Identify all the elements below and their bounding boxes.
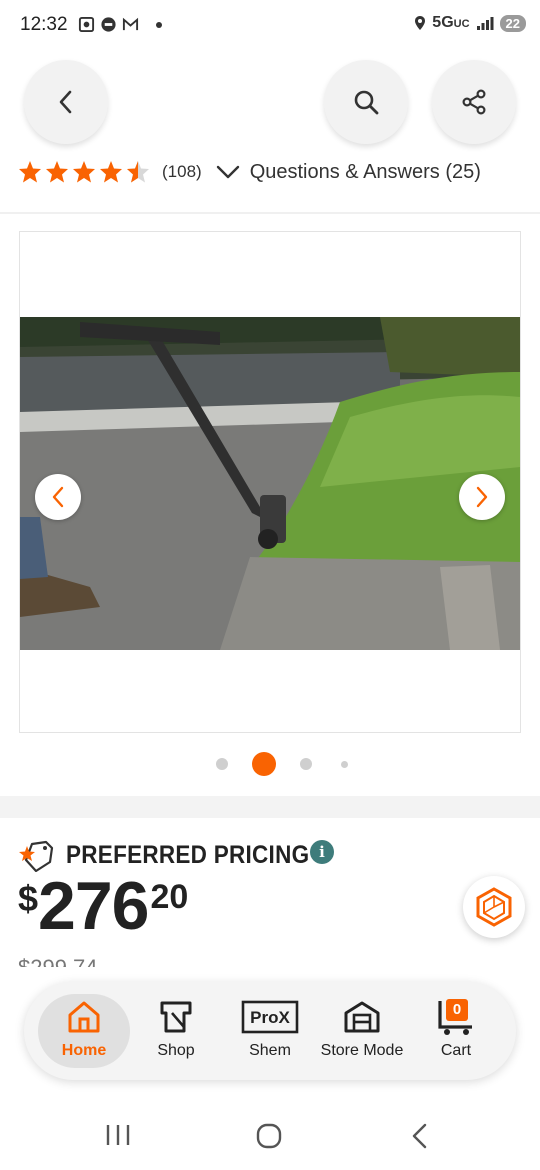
- was-price: $299.74: [18, 955, 98, 967]
- star-icon: [73, 161, 95, 183]
- cart-badge: 0: [452, 1001, 462, 1018]
- price-cents: 20: [150, 878, 189, 916]
- pagination-dot[interactable]: [341, 761, 348, 768]
- nav-label-cart: Cart: [440, 1042, 472, 1059]
- location-icon: [415, 16, 426, 30]
- bottom-navigation: Home Shop ProX Shem Store Mode 0 Cart: [24, 982, 516, 1080]
- store-icon: [344, 1001, 380, 1033]
- hexagon-logo-icon: [476, 887, 512, 927]
- rating-row[interactable]: (108) Questions & Answers (25): [18, 156, 481, 188]
- svg-text:ProX: ProX: [250, 1008, 290, 1027]
- carousel-pagination: [0, 752, 540, 776]
- chevron-right-icon: [476, 486, 488, 508]
- price-currency: $: [18, 878, 39, 919]
- chevron-left-icon: [52, 486, 64, 508]
- pagination-dot-active[interactable]: [252, 752, 276, 776]
- star-icon: [46, 161, 68, 183]
- product-image: [20, 317, 520, 650]
- divider: [0, 212, 540, 214]
- signal-icon: [476, 17, 494, 30]
- notification-dot: [156, 22, 162, 28]
- chevron-down-icon[interactable]: [216, 164, 240, 180]
- status-system-icons: 5GUC 22: [414, 14, 526, 32]
- star-rating: [18, 160, 150, 184]
- chevron-left-icon: [59, 90, 72, 114]
- share-button[interactable]: [432, 60, 516, 144]
- mail-icon: [122, 17, 139, 31]
- search-icon: [354, 90, 379, 115]
- preferred-pricing-label: PREFERRED PRICING: [66, 840, 310, 869]
- nav-shop[interactable]: Shop: [130, 982, 222, 1080]
- pagination-dot[interactable]: [216, 758, 228, 770]
- nav-label-shop: Shop: [157, 1042, 195, 1059]
- recent-apps-icon[interactable]: [104, 1122, 132, 1148]
- preferred-pricing-row: PREFERRED PRICING: [18, 838, 336, 872]
- nav-cart[interactable]: 0 Cart: [410, 982, 502, 1080]
- half-star-icon: [127, 161, 149, 183]
- section-divider: [0, 796, 540, 818]
- info-icon[interactable]: i: [310, 840, 334, 864]
- network-type: 5GUC: [432, 14, 470, 31]
- prox-icon: ProX: [241, 1000, 299, 1034]
- search-button[interactable]: [324, 60, 408, 144]
- home-circle-icon[interactable]: [255, 1122, 283, 1150]
- carousel-prev-button[interactable]: [35, 474, 81, 520]
- status-time: 12:32: [20, 14, 68, 35]
- system-navigation-bar: [0, 1100, 540, 1170]
- nav-label-home: Home: [61, 1042, 107, 1059]
- back-nav-icon[interactable]: [408, 1122, 432, 1150]
- nav-label-prox: Shem: [249, 1042, 291, 1059]
- questions-answers-link[interactable]: Questions & Answers (25): [250, 161, 481, 184]
- shop-icon: [160, 1001, 192, 1033]
- home-icon: [68, 1001, 100, 1033]
- screenshot-icon: [78, 16, 95, 33]
- nav-prox[interactable]: ProX Shem: [224, 982, 316, 1080]
- pagination-dot[interactable]: [300, 758, 312, 770]
- status-notification-icons: [78, 16, 139, 33]
- pro-xtra-badge-button[interactable]: [463, 876, 525, 938]
- product-image-carousel[interactable]: [19, 231, 521, 733]
- battery-level: 22: [499, 14, 526, 32]
- nav-label-store-mode: Store Mode: [320, 1042, 404, 1059]
- review-count[interactable]: (108): [162, 162, 202, 182]
- star-icon: [100, 161, 122, 183]
- status-bar: 12:32 5GUC 22: [0, 0, 540, 52]
- back-button[interactable]: [24, 60, 108, 144]
- record-icon: [101, 17, 116, 32]
- nav-store-mode[interactable]: Store Mode: [316, 982, 408, 1080]
- carousel-next-button[interactable]: [459, 474, 505, 520]
- price-dollars: 276: [38, 868, 149, 944]
- share-icon: [462, 89, 486, 115]
- nav-home[interactable]: Home: [38, 982, 130, 1080]
- star-icon: [19, 161, 41, 183]
- price-tag-star-icon: [19, 840, 54, 872]
- product-price: $ 276 20: [18, 868, 188, 948]
